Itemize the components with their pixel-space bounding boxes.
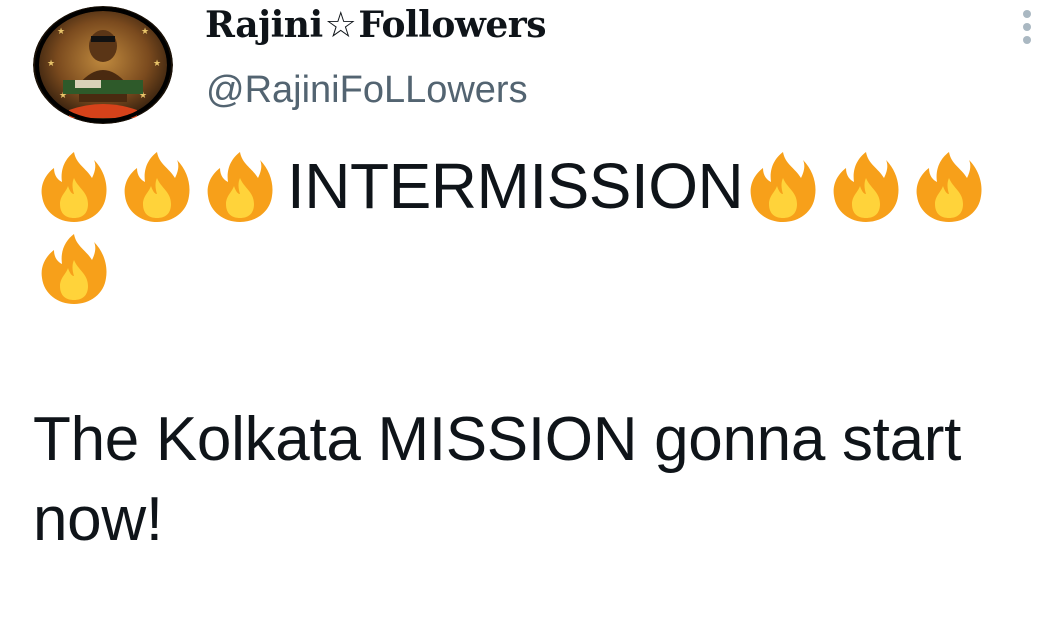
fire-emoji-icon [36,230,112,306]
star-icon: ☆ [324,5,357,46]
author-display-name[interactable]: Rajini☆Followers [205,0,546,51]
author-avatar[interactable]: ★ ★ ★ ★ ★ ★ [33,6,173,124]
avatar-image: ★ ★ ★ ★ ★ ★ [33,6,173,124]
svg-text:★: ★ [141,27,149,37]
tweet-body-text: The Kolkata MISSION gonna start now! [33,405,962,554]
more-options-button[interactable] [1012,6,1042,48]
svg-text:★: ★ [153,59,161,69]
intermission-text: INTERMISSION [287,150,744,222]
tweet-text-line-2 [36,230,119,306]
svg-text:★: ★ [47,59,55,69]
svg-text:★: ★ [57,27,65,37]
display-name-part2: Followers [358,4,546,46]
tweet-text-line-1: INTERMISSION [36,148,994,224]
display-name-part1: Rajini [205,4,323,46]
fire-emoji-icon [202,148,278,224]
fire-emoji-icon [828,148,904,224]
author-handle[interactable]: @RajiniFoLLowers [206,66,528,114]
fire-emoji-icon [36,148,112,224]
fire-emoji-icon [119,148,195,224]
tweet-card: ★ ★ ★ ★ ★ ★ Rajini☆Followers @RajiniFoLL… [0,0,1060,625]
fire-emoji-icon [911,148,987,224]
fire-emoji-icon [745,148,821,224]
